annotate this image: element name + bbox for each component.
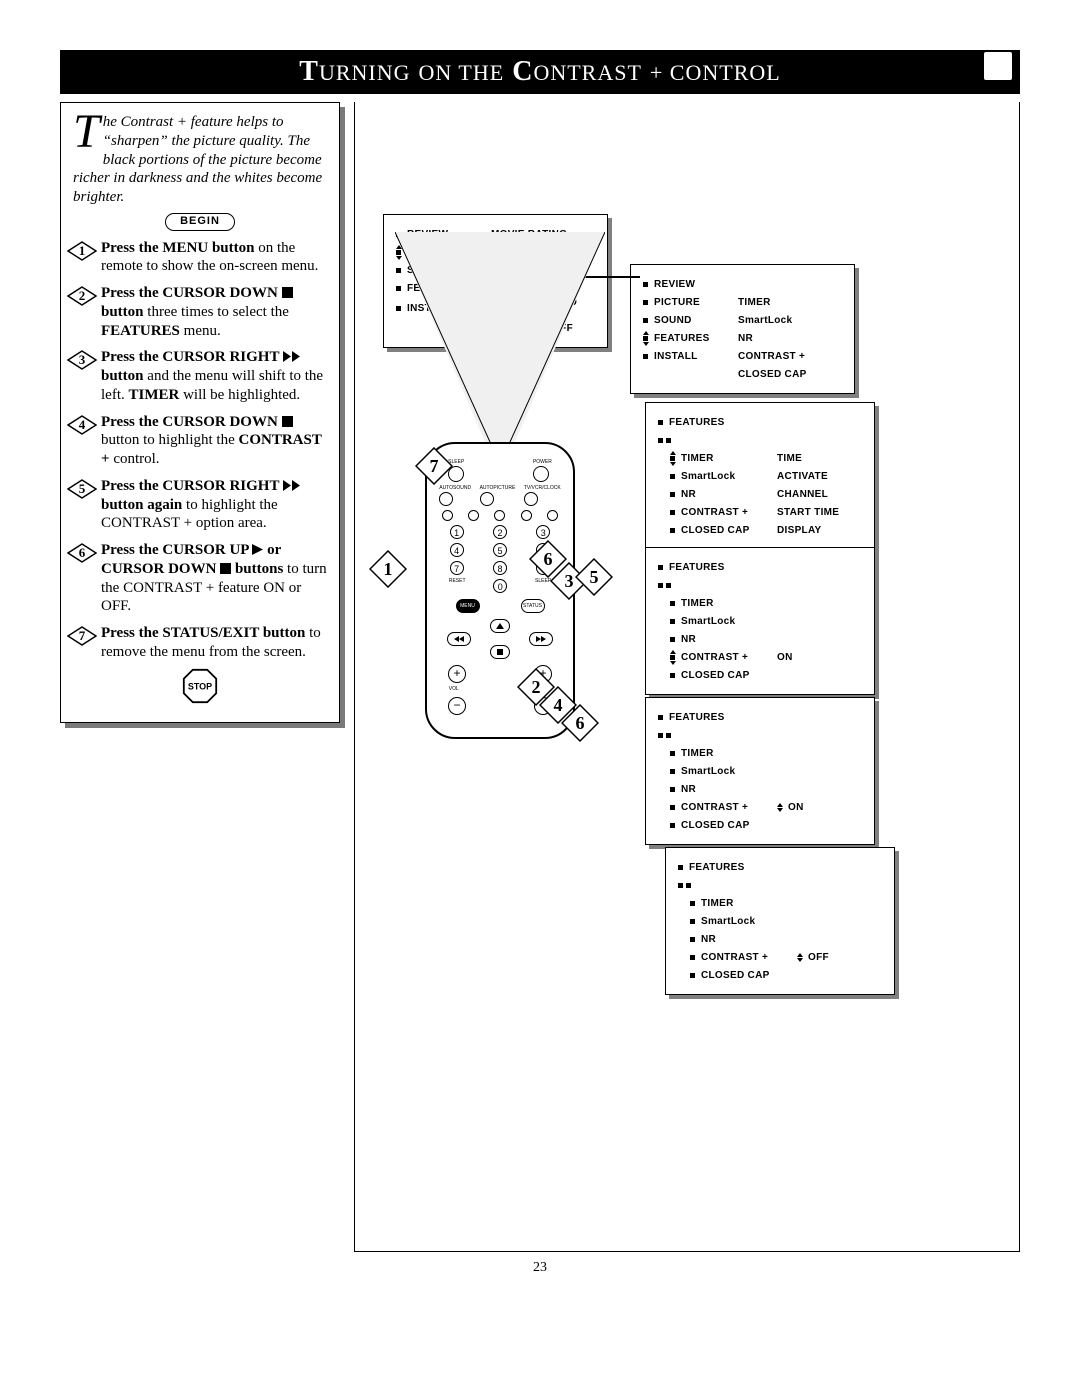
svg-text:2: 2 (79, 288, 86, 303)
step-number-4: 4 (67, 415, 97, 435)
page-number: 23 (60, 1260, 1020, 1276)
page-title: TURNING ON THE CONTRAST + CONTROL (60, 50, 1020, 94)
osd-menu-4: FEATURESTIMERSmartLockNRCONTRAST +ONCLOS… (645, 547, 875, 695)
svg-text:6: 6 (79, 545, 86, 560)
cursor-right-icon (283, 351, 301, 362)
step-4: 4Press the CURSOR DOWN button to highlig… (73, 413, 327, 469)
cursor-down-icon (220, 563, 231, 574)
svg-text:6: 6 (576, 713, 585, 733)
osd-menu-2: REVIEWPICTURETIMERSOUNDSmartLockFEATURES… (630, 264, 855, 394)
callout-5: 5 (575, 558, 613, 596)
osd-menu-5: FEATURESTIMERSmartLockNRCONTRAST + ONCLO… (645, 697, 875, 845)
callout-6b: 6 (561, 704, 599, 742)
step-number-7: 7 (67, 626, 97, 646)
step-number-3: 3 (67, 350, 97, 370)
step-3: 3Press the CURSOR RIGHT button and the m… (73, 348, 327, 404)
cursor-up-icon (252, 544, 263, 555)
step-1: 1Press the MENU button on the remote to … (73, 239, 327, 277)
svg-text:3: 3 (565, 571, 574, 591)
instructions-panel: The Contrast + feature helps to “sharpen… (60, 102, 340, 723)
step-7: 7Press the STATUS/EXIT button to remove … (73, 624, 327, 662)
svg-text:7: 7 (79, 628, 86, 643)
svg-text:5: 5 (590, 567, 599, 587)
cursor-right-icon (283, 480, 301, 491)
step-2: 2Press the CURSOR DOWN button three time… (73, 284, 327, 340)
osd-menu-3: FEATURESTIMERTIMESmartLockACTIVATENRCHAN… (645, 402, 875, 550)
svg-text:1: 1 (79, 243, 86, 258)
osd-menu-6: FEATURESTIMERSmartLockNRCONTRAST + OFFCL… (665, 847, 895, 995)
intro-text: The Contrast + feature helps to “sharpen… (73, 113, 327, 207)
page-icon (984, 52, 1012, 80)
begin-badge: BEGIN (165, 213, 235, 231)
cursor-down-icon (282, 287, 293, 298)
svg-text:STOP: STOP (188, 681, 212, 691)
ir-beam (395, 232, 605, 442)
step-number-1: 1 (67, 241, 97, 261)
svg-text:3: 3 (79, 352, 86, 367)
svg-text:5: 5 (79, 481, 86, 496)
step-number-5: 5 (67, 479, 97, 499)
step-number-2: 2 (67, 286, 97, 306)
callout-1: 1 (369, 550, 407, 588)
svg-text:1: 1 (384, 559, 393, 579)
stop-badge: STOP (182, 668, 218, 704)
step-5: 5Press the CURSOR RIGHT button again to … (73, 477, 327, 533)
step-number-6: 6 (67, 543, 97, 563)
cursor-down-icon (282, 416, 293, 427)
step-6: 6Press the CURSOR UP or CURSOR DOWN butt… (73, 541, 327, 616)
diagram-panel: REVIEWMOVIE RATINGPICTURE– – – – – –SOUN… (354, 102, 1020, 1252)
callout-7: 7 (415, 447, 453, 485)
svg-text:4: 4 (79, 417, 86, 432)
svg-text:7: 7 (430, 456, 439, 476)
